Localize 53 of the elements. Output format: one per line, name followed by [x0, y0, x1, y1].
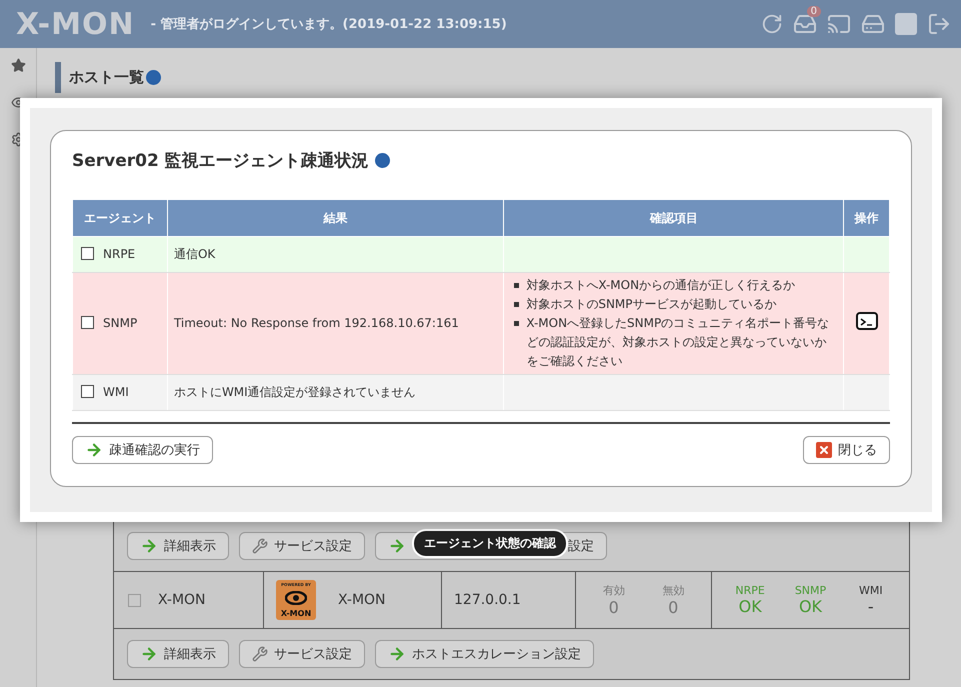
- arrow-icon: [85, 441, 103, 459]
- check-item: 対象ホストのSNMPサービスが起動しているか: [513, 295, 838, 314]
- terminal-icon[interactable]: [856, 312, 878, 330]
- agent-name: NRPE: [103, 247, 136, 261]
- count-value: 0: [668, 598, 678, 617]
- action-button[interactable]: ホストエスカレーション設定: [375, 640, 594, 668]
- wrench-icon: [252, 646, 268, 662]
- host-address: 127.0.0.1: [454, 592, 521, 608]
- arrow-icon: [140, 537, 158, 555]
- inbox-badge: 0: [806, 6, 821, 17]
- agent-status: -: [868, 597, 874, 616]
- action-button[interactable]: 詳細表示: [127, 532, 229, 560]
- column-header: 操作: [844, 200, 890, 236]
- checkbox[interactable]: [128, 594, 141, 606]
- action-button[interactable]: サービス設定: [239, 640, 365, 668]
- page-title-text: ホスト一覧: [69, 68, 144, 87]
- column-header: 確認項目: [504, 200, 844, 236]
- check-item: X-MONへ登録したSNMPのコミュニティ名ポート番号などの認証設定が、対象ホストの設定と異なっていないかをご確認ください: [513, 314, 838, 371]
- dialog-title: Server02 監視エージェント疎通状況: [72, 150, 369, 172]
- arrow-icon: [388, 537, 406, 555]
- host-display-name: X-MON: [338, 592, 386, 608]
- agent-label: WMI: [859, 584, 883, 597]
- checkbox[interactable]: [81, 385, 94, 398]
- checkbox[interactable]: [81, 247, 94, 260]
- column-header: 結果: [167, 200, 504, 236]
- arrow-icon: [388, 645, 406, 663]
- agent-status: OK: [798, 597, 822, 616]
- login-message: - 管理者がログインしています。(2019-01-22 13:09:15): [150, 16, 508, 33]
- result-text: Timeout: No Response from 192.168.10.67:161: [174, 316, 459, 330]
- result-text: ホストにWMI通信設定が登録されていません: [174, 385, 416, 399]
- close-icon: [816, 442, 832, 458]
- checkbox[interactable]: [81, 316, 94, 329]
- agent-name: SNMP: [103, 316, 138, 330]
- agent-label: NRPE: [735, 584, 765, 597]
- agent-name: WMI: [103, 385, 129, 399]
- agent-label: SNMP: [794, 584, 826, 597]
- result-text: 通信OK: [174, 247, 216, 261]
- arrow-icon: [140, 645, 158, 663]
- host-name: X-MON: [158, 592, 206, 608]
- tooltip: エージェント状態の確認: [414, 531, 566, 556]
- action-button[interactable]: サービス設定: [239, 532, 365, 560]
- count-label: 有効: [602, 583, 625, 598]
- column-header: エージェント: [72, 200, 168, 236]
- wrench-icon: [252, 538, 268, 554]
- close-button[interactable]: 閉じる: [803, 436, 890, 464]
- agent-status: OK: [738, 597, 762, 616]
- action-button[interactable]: 詳細表示: [127, 640, 229, 668]
- run-check-button[interactable]: 疎通確認の実行: [72, 436, 213, 464]
- check-item: 対象ホストへX-MONからの通信が正しく行えるか: [513, 276, 838, 295]
- logo: X-MON: [16, 6, 135, 42]
- count-label: 無効: [662, 583, 684, 598]
- star-icon[interactable]: [10, 58, 26, 73]
- count-value: 0: [608, 598, 619, 617]
